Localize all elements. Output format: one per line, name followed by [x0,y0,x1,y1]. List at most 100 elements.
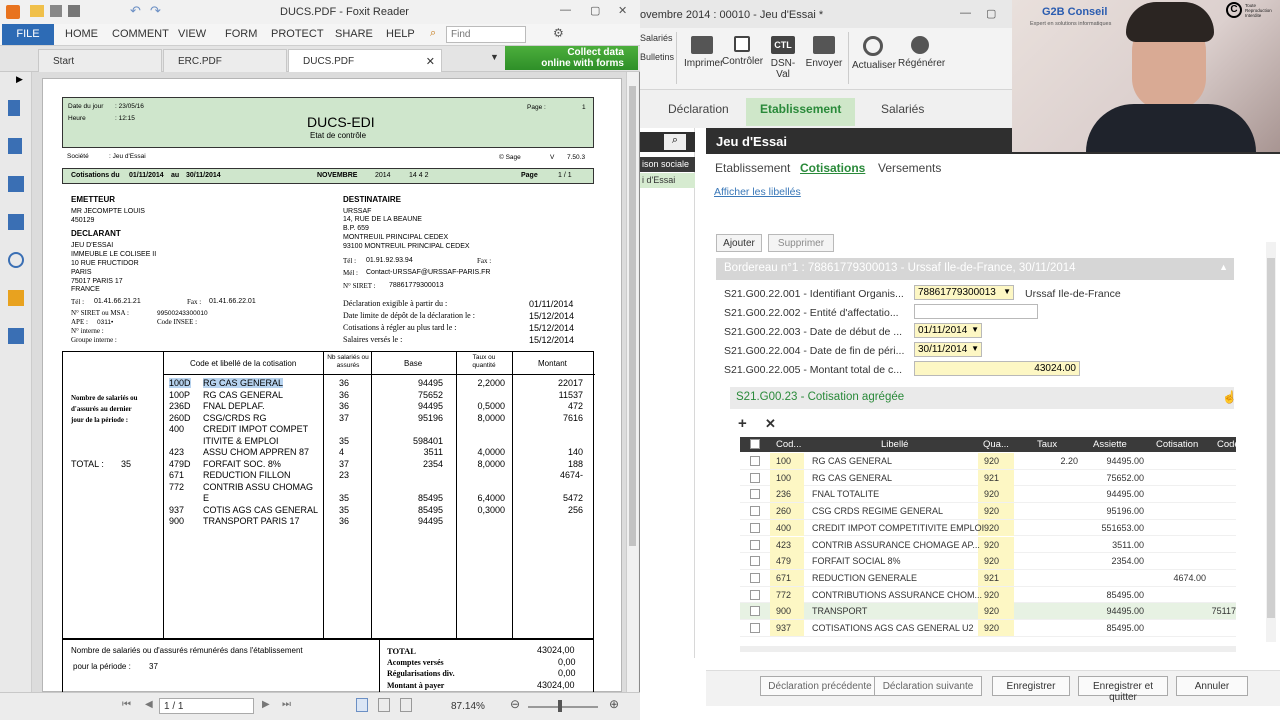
afficher-libelles-link[interactable]: Afficher les libellés [714,186,801,198]
next-page-icon[interactable]: ▶ [262,699,270,710]
grid-row[interactable]: 423 CONTRIB ASSURANCE CHOMAGE AP... 920 351… [740,536,1236,554]
subtab-versements[interactable]: Versements [878,161,941,175]
form-scroll-thumb[interactable] [1267,258,1275,618]
tab-ducs[interactable]: DUCS.PDF ✕ [288,49,442,72]
menu-home[interactable]: HOME [65,28,98,40]
dsnval-button[interactable]: CTL DSN-Val [764,36,802,80]
search-icon[interactable]: ⌕ [430,27,436,40]
maximize-icon[interactable]: ▢ [986,7,996,20]
vertical-scrollbar[interactable] [626,72,638,692]
signature-icon[interactable] [8,328,24,344]
lock-icon[interactable] [8,290,24,306]
save-icon[interactable] [50,5,62,17]
grid-row[interactable]: 937 COTISATIONS AGS CAS GENERAL U2 920 8549… [740,620,1236,637]
row-checkbox[interactable] [750,506,760,517]
grid-row[interactable]: 100 RG CAS GENERAL 920 2.20 94495.00 [740,453,1236,470]
field-entite-input[interactable] [914,304,1038,319]
tab-salaries[interactable]: Salariés [867,98,938,126]
zoom-slider[interactable] [528,706,598,708]
tab-erc[interactable]: ERC.PDF [163,49,287,72]
delete-button[interactable]: Supprimer [768,234,834,252]
save-and-quit-button[interactable]: Enregistrer et quitter [1078,676,1168,703]
form-scrollbar[interactable] [1266,242,1276,642]
add-row-icon[interactable]: + [738,415,747,432]
grid-row[interactable]: 479 FORFAIT SOCIAL 8% 920 2354.00 [740,553,1236,570]
grid-row[interactable]: 236 FNAL TOTALITE 920 94495.00 [740,486,1236,504]
grid-row[interactable]: 772 CONTRIBUTIONS ASSURANCE CHOM... 920 854… [740,586,1236,604]
undo-icon[interactable]: ↶ [130,3,141,19]
field-montant-input[interactable]: 43024.00 [914,361,1080,376]
page-number-input[interactable]: 1 / 1 [159,698,254,714]
zoom-in-icon[interactable]: ⊕ [609,697,619,711]
menu-form[interactable]: FORM [225,28,257,40]
col-code[interactable]: Cod... [776,439,801,450]
single-page-icon[interactable] [356,698,368,712]
tab-etablissement[interactable]: Etablissement [746,98,856,126]
collect-data-banner[interactable]: Collect data online with forms [505,46,638,70]
collapse-icon[interactable]: ▲ [1219,262,1228,272]
close-icon[interactable]: ✕ [618,4,627,17]
grid-row[interactable]: 900 TRANSPORT 920 94495.00 75117 [740,603,1236,620]
attachment-icon[interactable] [8,252,24,268]
first-page-icon[interactable]: ⏮ [122,699,131,710]
maximize-icon[interactable]: ▢ [590,4,600,17]
pages-icon[interactable] [8,138,22,154]
row-checkbox[interactable] [750,472,760,483]
settings-icon[interactable]: ⚙ [553,26,564,40]
menu-help[interactable]: HELP [386,28,415,40]
col-assiette[interactable]: Assiette [1093,439,1127,450]
zoom-slider-thumb[interactable] [558,700,562,712]
row-checkbox[interactable] [750,522,760,533]
redo-icon[interactable]: ↷ [150,3,161,19]
open-icon[interactable] [30,5,44,17]
tab-start[interactable]: Start [38,49,162,72]
subtab-etablissement[interactable]: Etablissement [715,161,790,175]
row-checkbox[interactable] [750,606,760,617]
facing-icon[interactable] [400,698,412,712]
chevron-down-icon[interactable]: ▼ [1003,287,1011,296]
find-input[interactable] [446,26,526,43]
comments-icon[interactable] [8,214,24,230]
calendar-dropdown-icon[interactable]: ▼ [971,344,979,353]
grid-row[interactable]: 260 CSG CRDS REGIME GENERAL 920 95196.00 [740,503,1236,520]
field-date-fin-input[interactable]: 30/11/2014 ▼ [914,342,982,357]
save-button[interactable]: Enregistrer [992,676,1070,696]
send-button[interactable]: Envoyer [804,36,844,69]
refresh-button[interactable]: Actualiser [852,36,896,71]
calendar-dropdown-icon[interactable]: ▼ [971,325,979,334]
field-date-debut-input[interactable]: 01/11/2014 ▼ [914,323,982,338]
menu-view[interactable]: VIEW [178,28,206,40]
minimize-icon[interactable]: — [960,7,971,19]
expand-icon[interactable]: ▶ [16,74,23,85]
delete-row-icon[interactable]: ✕ [765,416,776,432]
add-button[interactable]: Ajouter [716,234,762,252]
minimize-icon[interactable]: — [560,4,571,16]
check-button[interactable]: Contrôler [722,36,763,67]
row-checkbox[interactable] [750,572,760,583]
layers-icon[interactable] [8,176,24,192]
row-checkbox[interactable] [750,489,760,500]
row-checkbox[interactable] [750,539,760,550]
print-icon[interactable] [68,5,80,17]
menu-comment[interactable]: COMMENT [112,28,169,40]
menu-share[interactable]: SHARE [335,28,373,40]
continuous-icon[interactable] [378,698,390,712]
tree-item-maison-sociale[interactable]: ison sociale [640,157,695,172]
bookmark-icon[interactable] [8,100,20,116]
next-declaration-button[interactable]: Déclaration suivante [874,676,982,696]
scroll-thumb[interactable] [629,86,636,546]
col-taux[interactable]: Taux [1037,439,1057,450]
prev-page-icon[interactable]: ◀ [145,699,153,710]
grid-row[interactable]: 400 CREDIT IMPOT COMPETITIVITE EMPLOI 920 5… [740,519,1236,537]
select-all-checkbox[interactable] [750,439,760,449]
regenerate-button[interactable]: Régénérer [898,36,945,69]
grid-hscrollbar[interactable] [740,646,1236,652]
grid-row[interactable]: 671 REDUCTION GENERALE 921 4674.00 [740,569,1236,587]
row-checkbox[interactable] [750,456,760,466]
col-qualifiant[interactable]: Qua... [983,439,1009,450]
col-cotisation[interactable]: Cotisation [1156,439,1198,450]
menu-protect[interactable]: PROTECT [271,28,324,40]
cancel-button[interactable]: Annuler [1176,676,1248,696]
col-code-2[interactable]: Code [1217,439,1240,450]
col-libelle[interactable]: Libellé [881,439,908,450]
